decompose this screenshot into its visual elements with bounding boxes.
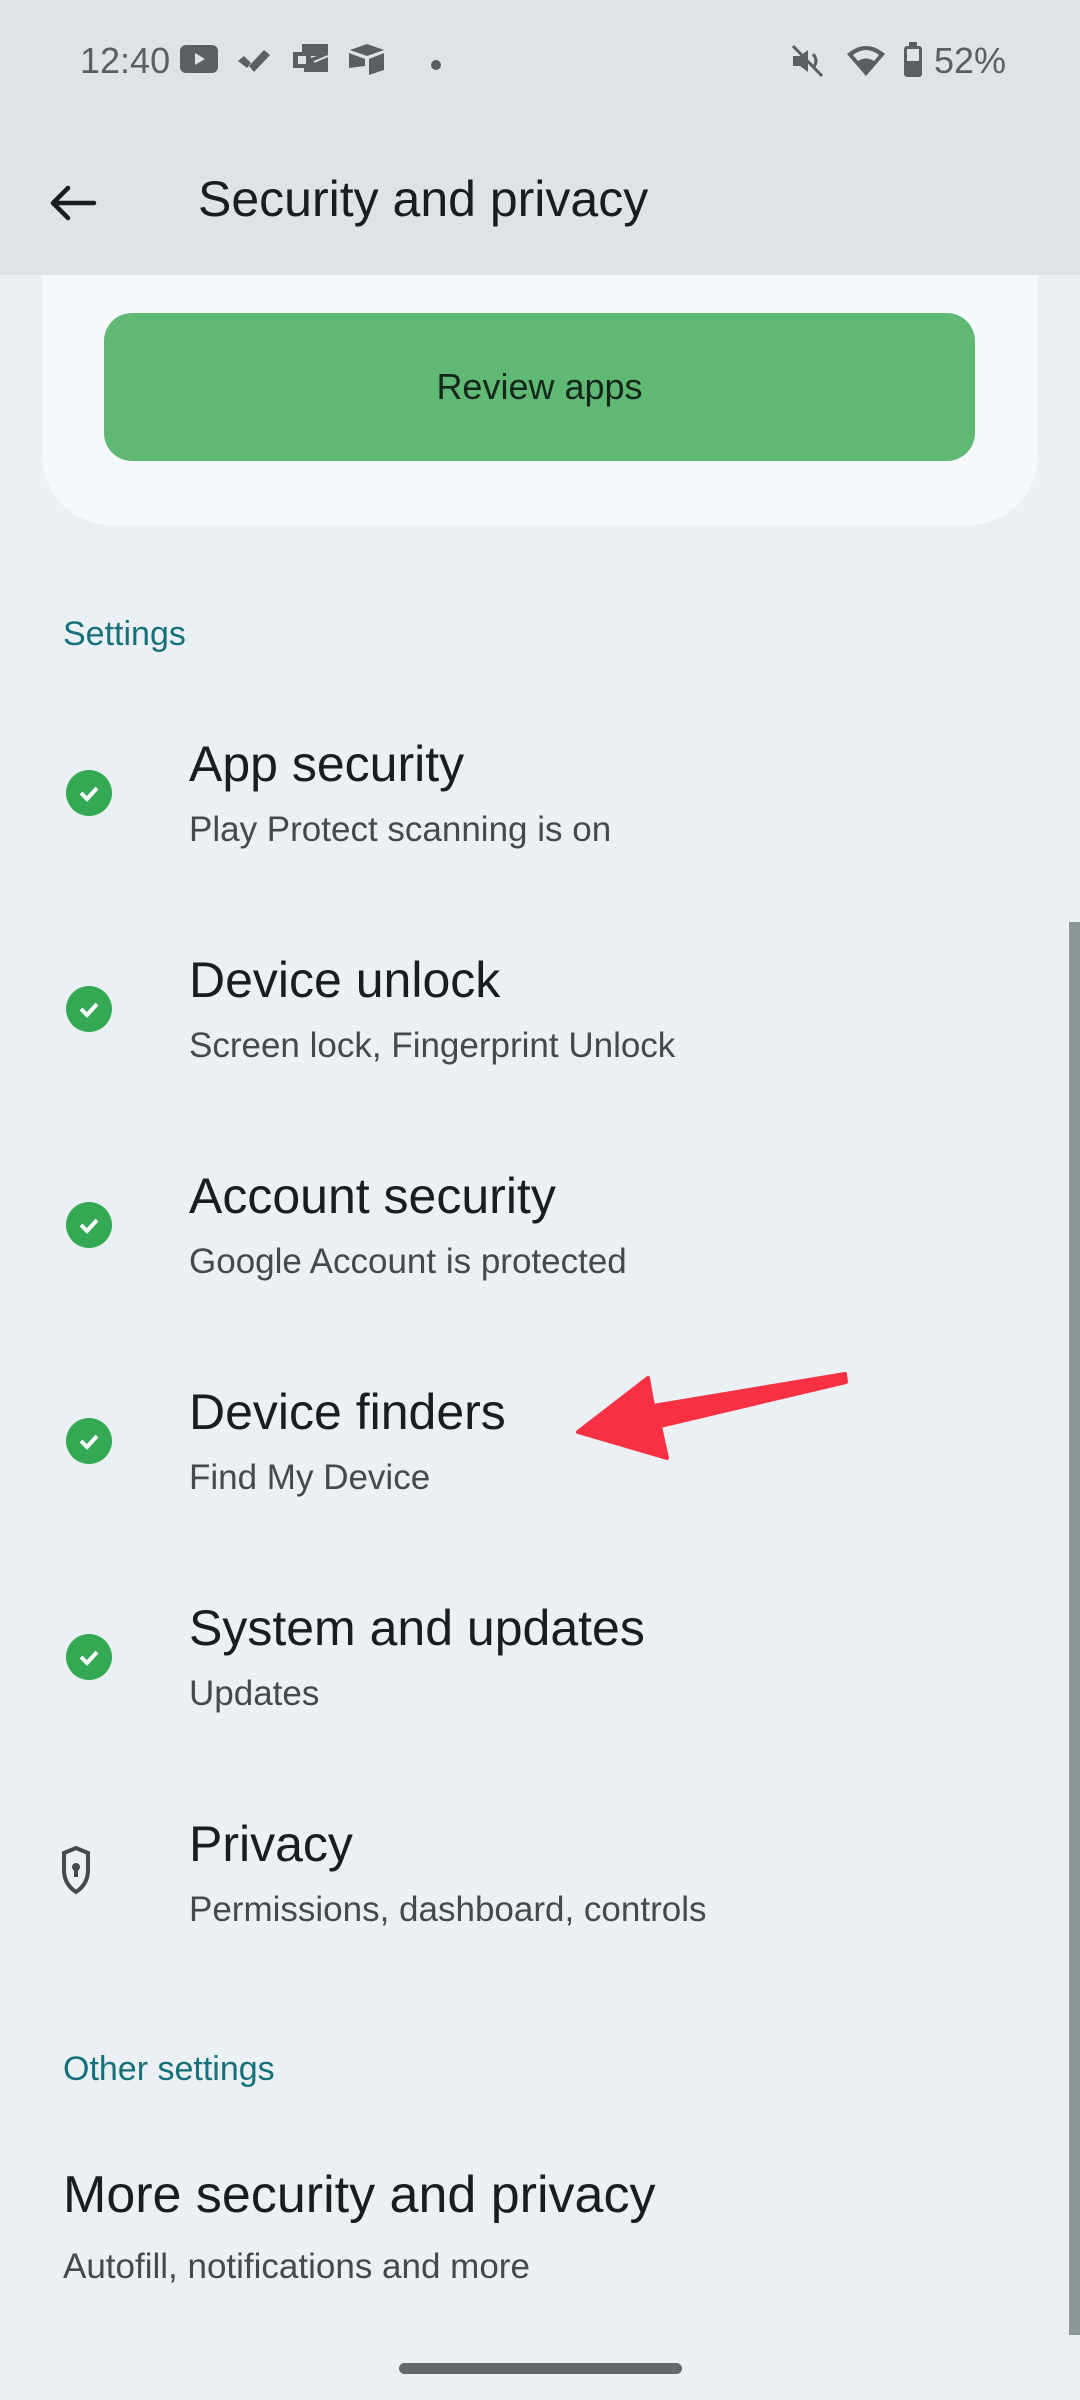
youtube-icon bbox=[180, 44, 218, 79]
check-circle-icon bbox=[66, 770, 112, 816]
scrollbar[interactable] bbox=[1069, 922, 1080, 2335]
arrow-left-icon bbox=[50, 185, 97, 221]
list-item-account-security[interactable]: Account security Google Account is prote… bbox=[0, 1132, 1040, 1332]
list-item-system-updates[interactable]: System and updates Updates bbox=[0, 1564, 1040, 1764]
list-item-more-security-privacy[interactable]: More security and privacy Autofill, noti… bbox=[0, 2140, 1040, 2300]
item-subtitle: Autofill, notifications and more bbox=[63, 2247, 530, 2286]
list-item-privacy[interactable]: Privacy Permissions, dashboard, controls bbox=[0, 1780, 1040, 1980]
item-subtitle: Updates bbox=[189, 1674, 320, 1713]
box-icon bbox=[348, 44, 386, 81]
battery-icon bbox=[902, 42, 924, 83]
shield-keyhole-icon bbox=[60, 1844, 92, 1900]
check-circle-icon bbox=[66, 1418, 112, 1464]
tasks-check-icon bbox=[236, 44, 272, 79]
item-title: App security bbox=[189, 736, 465, 792]
back-button[interactable] bbox=[46, 175, 102, 231]
item-title: Account security bbox=[189, 1168, 556, 1224]
list-item-app-security[interactable]: App security Play Protect scanning is on bbox=[0, 700, 1040, 900]
home-gesture-bar[interactable] bbox=[399, 2363, 682, 2374]
review-apps-button[interactable]: Review apps bbox=[104, 313, 975, 461]
status-bar: 12:40 52% bbox=[0, 0, 1080, 130]
item-subtitle: Google Account is protected bbox=[189, 1242, 627, 1281]
status-time: 12:40 bbox=[80, 40, 171, 81]
item-subtitle: Find My Device bbox=[189, 1458, 431, 1497]
item-title: Device unlock bbox=[189, 952, 501, 1008]
outlook-icon bbox=[292, 44, 330, 79]
vibrate-off-icon bbox=[790, 44, 824, 83]
battery-percent: 52% bbox=[934, 40, 1007, 81]
page-title: Security and privacy bbox=[198, 171, 649, 227]
section-header-settings: Settings bbox=[63, 615, 186, 653]
list-item-device-unlock[interactable]: Device unlock Screen lock, Fingerprint U… bbox=[0, 916, 1040, 1116]
item-title: Privacy bbox=[189, 1816, 353, 1872]
item-subtitle: Screen lock, Fingerprint Unlock bbox=[189, 1026, 676, 1065]
more-dot-icon bbox=[430, 58, 442, 76]
item-subtitle: Play Protect scanning is on bbox=[189, 810, 612, 849]
section-header-other-settings: Other settings bbox=[63, 2050, 275, 2088]
check-circle-icon bbox=[66, 986, 112, 1032]
annotation-arrow bbox=[576, 1372, 848, 1460]
item-title: Device finders bbox=[189, 1384, 506, 1440]
item-subtitle: Permissions, dashboard, controls bbox=[189, 1890, 707, 1929]
check-circle-icon bbox=[66, 1634, 112, 1680]
list-item-device-finders[interactable]: Device finders Find My Device bbox=[0, 1348, 1040, 1548]
wifi-icon bbox=[846, 44, 886, 83]
item-title: System and updates bbox=[189, 1600, 645, 1656]
check-circle-icon bbox=[66, 1202, 112, 1248]
item-title: More security and privacy bbox=[63, 2166, 656, 2224]
